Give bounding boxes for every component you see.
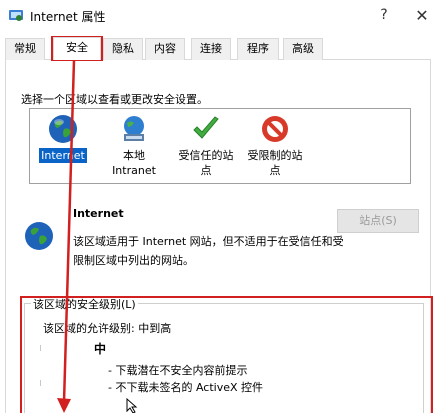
sites-button[interactable]: 站点(S) bbox=[337, 209, 419, 233]
level-bullet-1: - 下载潜在不安全内容前提示 bbox=[108, 364, 248, 377]
checkmark-icon bbox=[193, 116, 219, 139]
zone-restricted-label-2: 点 bbox=[269, 164, 281, 177]
level-slider-tick[interactable] bbox=[40, 345, 41, 351]
tab-privacy[interactable]: 隐私 bbox=[103, 38, 143, 60]
intranet-icon bbox=[124, 116, 144, 141]
selected-zone-globe-icon bbox=[25, 222, 53, 250]
zone-list: Internet 本地 Intranet 受信任的站 点 受限制的站 点 bbox=[29, 108, 411, 184]
globe-icon bbox=[49, 115, 77, 143]
zone-local-intranet[interactable]: 本地 Intranet bbox=[106, 113, 162, 178]
tab-connections[interactable]: 连接 bbox=[191, 38, 231, 60]
tab-security[interactable]: 安全 bbox=[53, 37, 101, 60]
window-title: Internet 属性 bbox=[30, 10, 106, 24]
tab-general[interactable]: 常规 bbox=[5, 38, 45, 60]
tab-programs[interactable]: 程序 bbox=[237, 38, 279, 60]
zone-local-intranet-label-1: 本地 bbox=[123, 149, 145, 162]
mouse-cursor-icon bbox=[126, 398, 138, 413]
zone-instruction: 选择一个区域以查看或更改安全设置。 bbox=[21, 93, 208, 106]
zone-trusted-label-2: 点 bbox=[200, 164, 212, 177]
zone-trusted-sites[interactable]: 受信任的站 点 bbox=[173, 113, 239, 178]
level-bullet-2: - 不下载未签名的 ActiveX 控件 bbox=[108, 381, 264, 394]
internet-options-icon bbox=[9, 10, 23, 21]
title-bar: Internet 属性 ? ✕ bbox=[0, 0, 437, 30]
security-level-name: 中 bbox=[94, 342, 107, 356]
zone-restricted-label-1: 受限制的站 bbox=[247, 149, 303, 162]
zone-internet-label: Internet bbox=[39, 148, 87, 163]
zone-local-intranet-label-2: Intranet bbox=[112, 164, 156, 177]
help-button[interactable]: ? bbox=[372, 4, 396, 26]
allowed-levels-text: 该区域的允许级别: 中到高 bbox=[43, 322, 172, 335]
restricted-icon bbox=[262, 116, 288, 142]
level-slider-tick[interactable] bbox=[40, 380, 41, 386]
zone-trusted-label-1: 受信任的站 bbox=[178, 149, 234, 162]
close-button[interactable]: ✕ bbox=[410, 4, 434, 26]
zone-restricted-sites[interactable]: 受限制的站 点 bbox=[242, 113, 308, 178]
selected-zone-title: Internet bbox=[73, 207, 124, 220]
tab-advanced[interactable]: 高级 bbox=[283, 38, 323, 60]
tab-content[interactable]: 内容 bbox=[145, 38, 185, 60]
selected-zone-description: 该区域适用于 Internet 网站，但不适用于在受信任和受限制区域中列出的网站… bbox=[73, 235, 344, 267]
security-level-label: 该区域的安全级别(L) bbox=[31, 296, 138, 312]
zone-internet[interactable]: Internet bbox=[36, 113, 90, 163]
tab-strip: 常规 安全 隐私 内容 连接 程序 高级 bbox=[5, 37, 431, 60]
